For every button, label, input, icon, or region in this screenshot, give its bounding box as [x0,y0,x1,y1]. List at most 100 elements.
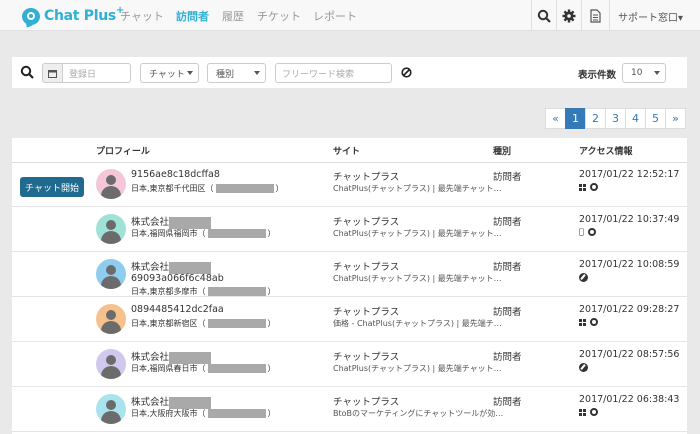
header-type: 種別 [493,147,512,157]
clear-filter-icon[interactable] [401,67,412,81]
chevron-down-icon [187,71,193,75]
calendar-icon[interactable] [42,63,62,83]
table-row[interactable]: チャット開始 9156ae8c18dcffa8 日本,東京都千代田区（ ） チャットプラ… [12,163,687,207]
access-datetime: 2017/01/22 10:37:49 [579,214,680,225]
table-row[interactable]: 株式会社 日本,福岡県福岡市（ ） チャットプラス ChatPlus(チャットプラス) … [12,208,687,252]
page-size-value: 10 [631,68,643,78]
masked-text [207,229,266,238]
visitor-location: 日本,大阪府大阪市（ ） [131,408,276,419]
location-text: 日本,大阪府大阪市（ [131,409,206,418]
search-icon[interactable] [531,0,556,31]
visitor-location: 日本,東京都新宿区（ ） [131,318,276,329]
visitor-name: 株式会社 [131,397,170,408]
access-icons:  [579,228,600,236]
nav-item-history[interactable]: 履歴 [222,8,244,24]
location-text: 日本,東京都多摩市（ [131,287,206,296]
location-text: 日本,東京都千代田区（ [131,184,214,193]
location-end: ） [267,364,276,373]
avatar [96,349,126,379]
page-2[interactable]: 2 [585,108,606,129]
gear-icon[interactable] [556,0,581,31]
table-row[interactable]: 株式会社 69093a066f6c48ab 日本,東京都多摩市（ ） チャットプラス Ch… [12,253,687,297]
visitor-type: 訪問者 [493,217,522,228]
table-row[interactable]: 株式会社 日本,大阪府大阪市（ ） チャットプラス BtoBのマーケティングにチャットツ… [12,388,687,432]
avatar [96,304,126,334]
chrome-icon [590,183,598,191]
nav-item-tickets[interactable]: チケット [257,8,301,24]
page-4[interactable]: 4 [625,108,646,129]
channel-select-value: チャット [149,69,185,80]
visitor-type: 訪問者 [493,172,522,183]
page-3[interactable]: 3 [605,108,626,129]
visitor-location: 日本,福岡県春日市（ ） [131,363,276,374]
table-row[interactable]: 株式会社 日本,福岡県春日市（ ） チャットプラス ChatPlus(チャットプラス) … [12,343,687,387]
nav-divider [609,0,610,31]
visitor-name: 9156ae8c18dcffa8 [131,169,220,180]
chatplus-logo[interactable]: Chat Plus + [22,5,124,26]
page-prev[interactable]: « [545,108,566,129]
nav-item-reports[interactable]: レポート [313,8,357,24]
masked-text [207,319,266,328]
keyword-search-input[interactable]: フリーワード検索 [275,63,392,83]
visitor-name-line: 株式会社 [131,259,212,274]
avatar [96,169,126,199]
visitor-name-line: 株式会社 [131,349,212,364]
chat-bubble-icon [22,7,40,25]
type-select-value: 種別 [216,69,235,80]
table-row[interactable]: 0894485412dc2faa 日本,東京都新宿区（ ） チャットプラス 価格 - C… [12,298,687,342]
page-size-label: 表示件数 [578,70,617,81]
search-icon[interactable] [20,65,34,82]
access-datetime: 2017/01/22 12:52:17 [579,169,680,180]
chevron-down-icon [654,71,660,75]
visitor-location: 日本,東京都千代田区（ ） [131,183,284,194]
access-icons [579,408,602,416]
site-page-link[interactable]: 価格 - ChatPlus(チャットプラス) | 最先端チ… [333,318,502,329]
windows-icon [579,318,586,326]
masked-text [169,261,212,274]
channel-select[interactable]: チャット [140,63,199,83]
chrome-icon [590,318,598,326]
site-page-link[interactable]: BtoBのマーケティングにチャットツールが効… [333,408,503,419]
start-chat-button[interactable]: チャット開始 [20,177,84,197]
visitor-type: 訪問者 [493,352,522,363]
masked-text [169,396,212,409]
visitor-type: 訪問者 [493,307,522,318]
header-site: サイト [333,147,361,157]
date-filter-input[interactable]: 登録日 [62,63,131,83]
windows-icon [579,408,586,416]
location-text: 日本,東京都新宿区（ [131,319,206,328]
masked-text [169,216,212,229]
nav-item-chat[interactable]: チャット [120,8,164,24]
masked-text [207,409,266,418]
page-size-select[interactable]: 10 [622,63,666,83]
apple-icon:  [579,228,584,236]
visitor-name: 0894485412dc2faa [131,304,224,315]
access-icons [579,273,588,282]
site-name: チャットプラス [333,397,400,408]
nav-item-visitors[interactable]: 訪問者 [176,8,209,24]
user-menu-dropdown[interactable]: サポート窓口▾ [618,9,683,24]
page-1[interactable]: 1 [565,108,586,129]
visitor-location: 日本,福岡県福岡市（ ） [131,228,276,239]
chrome-icon [587,228,596,236]
visitor-name-line: 0894485412dc2faa [131,304,224,315]
site-page-link[interactable]: ChatPlus(チャットプラス) | 最先端チャット… [333,273,502,284]
access-datetime: 2017/01/22 09:28:27 [579,304,680,315]
masked-text [207,287,266,296]
site-page-link[interactable]: ChatPlus(チャットプラス) | 最先端チャット… [333,183,502,194]
avatar [96,214,126,244]
header-access: アクセス情報 [579,147,633,157]
location-end: ） [275,184,284,193]
top-navbar: Chat Plus + チャット 訪問者 履歴 チケット レポート サポート窓口… [0,0,700,31]
document-icon[interactable] [581,0,609,31]
site-page-link[interactable]: ChatPlus(チャットプラス) | 最先端チャット… [333,228,502,239]
site-name: チャットプラス [333,262,400,273]
site-name: チャットプラス [333,172,400,183]
page-5[interactable]: 5 [645,108,666,129]
visitor-name: 株式会社 [131,262,170,273]
masked-text [207,364,266,373]
site-page-link[interactable]: ChatPlus(チャットプラス) | 最先端チャット… [333,363,502,374]
page-next[interactable]: » [665,108,686,129]
location-end: ） [267,319,276,328]
type-select[interactable]: 種別 [207,63,266,83]
